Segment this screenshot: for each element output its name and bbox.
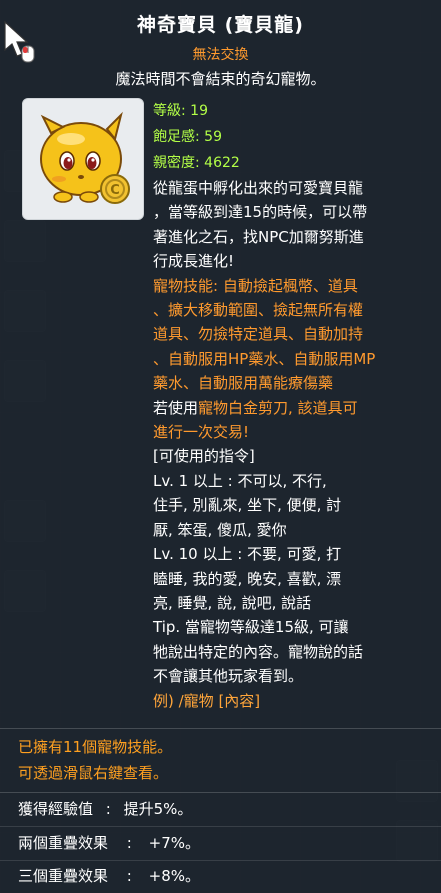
row-separator (0, 826, 441, 827)
command-line: 瞌睡, 我的愛, 晚安, 喜歡, 漂 (153, 569, 342, 588)
command-line: Lv. 10 以上 : 不要, 可愛, 打 (153, 545, 342, 564)
command-line: Lv. 1 以上 : 不可以, 不行, (153, 471, 327, 490)
pet-icon-frame: C (22, 98, 144, 220)
pet-level: 等級: 19 (153, 103, 208, 119)
exp-bonus-row: 獲得經驗值 : 提升5%。 (18, 798, 192, 819)
pet-skills-line: 、自動服用HP藥水、自動服用MP (153, 349, 376, 368)
command-line: 厭, 笨蛋, 傻瓜, 愛你 (153, 520, 287, 539)
untradable-label: 無法交換 (192, 47, 249, 63)
pet-skills-line: 道具、勿撿特定道具、自動加持 (153, 325, 364, 344)
commands-header: [可使用的指令] (153, 447, 255, 466)
origin-line: 著進化之石，找NPC加爾努斯進 (153, 227, 364, 246)
pet-skills-line: 藥水、自動服用萬能療傷藥 (153, 374, 334, 393)
pet-skills-line: 寵物技能: 自動撿起楓幣、道具 (153, 276, 358, 295)
pet-closeness: 親密度: 4622 (153, 155, 240, 171)
origin-line: 從龍蛋中孵化出來的可愛寶貝龍 (153, 179, 364, 197)
triple-stack-label: 三個重疊效果 (18, 867, 109, 885)
triple-stack-row: 三個重疊效果 : +8%。 (18, 865, 200, 886)
exp-bonus-label: 獲得經驗值 (18, 800, 94, 818)
pet-satiety: 飽足感: 59 (153, 129, 222, 145)
double-stack-value: +7%。 (148, 834, 201, 852)
item-title: 神奇寶貝 (寶貝龍) (137, 14, 304, 36)
owned-skills-line: 已擁有11個寵物技能。 (18, 738, 173, 756)
pet-body-text: 從龍蛋中孵化出來的可愛寶貝龍 ，當等級到達15的時候，可以帶 著進化之石，找NP… (153, 176, 423, 713)
exp-bonus-sep: : (105, 800, 111, 818)
item-description: 魔法時間不會結束的奇幻寵物。 (115, 70, 326, 88)
section-divider (0, 728, 441, 729)
right-click-hint: 可透過滑鼠右鍵查看。 (18, 764, 169, 782)
pet-skills-line: 、擴大移動範圍、撿起無所有權 (153, 301, 364, 320)
section-divider (0, 792, 441, 793)
double-stack-row: 兩個重疊效果 : +7%。 (18, 832, 200, 853)
example-line: 例) /寵物 [內容] (153, 691, 261, 710)
trade-line-2: 進行一次交易! (153, 423, 250, 442)
svg-text:C: C (110, 183, 120, 198)
row-separator (0, 860, 441, 861)
exp-bonus-value: 提升5%。 (123, 800, 193, 818)
command-line: Tip. 當寵物等級達15級, 可讓 (153, 618, 349, 637)
trade-item-name: 寵物白金剪刀, 該道具可 (198, 398, 358, 417)
command-line: 不會讓其他玩家看到。 (153, 667, 304, 686)
triple-stack-sep: : (126, 867, 132, 885)
double-stack-sep: : (126, 834, 132, 852)
origin-line: 行成長進化! (153, 252, 235, 271)
double-stack-label: 兩個重疊效果 (18, 834, 109, 852)
command-line: 亮, 睡覺, 說, 說吧, 說話 (153, 593, 312, 612)
command-line: 牠說出特定的內容。寵物說的話 (153, 642, 364, 661)
command-line: 住手, 別亂來, 坐下, 便便, 討 (153, 496, 342, 515)
item-tooltip: 神奇寶貝 (寶貝龍) 無法交換 魔法時間不會結束的奇幻寵物。 C 等級: 19 … (0, 0, 441, 893)
trade-line: 若使用寵物白金剪刀, 該道具可 (153, 396, 423, 420)
origin-line: ，當等級到達15的時候，可以帶 (153, 203, 368, 222)
trade-prefix: 若使用 (153, 398, 199, 417)
triple-stack-value: +8%。 (148, 867, 201, 885)
dragon-pet-icon: C (40, 111, 130, 204)
